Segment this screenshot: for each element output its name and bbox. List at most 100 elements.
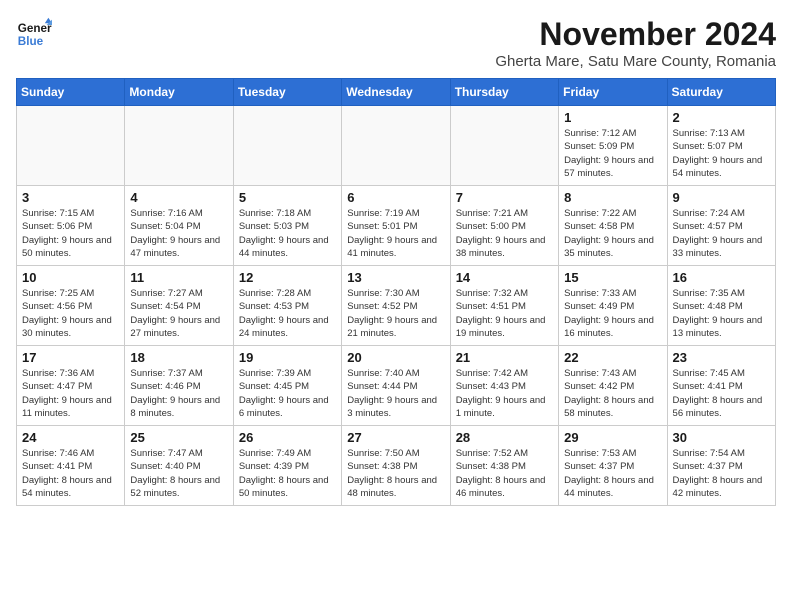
day-info: Sunrise: 7:46 AM Sunset: 4:41 PM Dayligh… (22, 447, 119, 500)
header: General Blue November 2024 Gherta Mare, … (16, 16, 776, 70)
day-info: Sunrise: 7:42 AM Sunset: 4:43 PM Dayligh… (456, 367, 553, 420)
logo: General Blue (16, 16, 52, 52)
calendar-cell (17, 106, 125, 186)
logo-icon: General Blue (16, 16, 52, 52)
calendar-cell: 28Sunrise: 7:52 AM Sunset: 4:38 PM Dayli… (450, 426, 558, 506)
calendar-cell: 12 Sunrise: 7:28 AM Sunset: 4:53 PM Dayli… (233, 266, 341, 346)
day-info: Sunrise: 7:36 AM Sunset: 4:47 PM Dayligh… (22, 367, 119, 420)
calendar-cell: 30 Sunrise: 7:54 AM Sunset: 4:37 PM Dayli… (667, 426, 775, 506)
day-number: 23 (673, 350, 770, 365)
day-number: 19 (239, 350, 336, 365)
calendar-table: SundayMondayTuesdayWednesdayThursdayFrid… (16, 78, 776, 506)
day-info: Sunrise: 7:37 AM Sunset: 4:46 PM Dayligh… (130, 367, 227, 420)
calendar-cell: 22Sunrise: 7:43 AM Sunset: 4:42 PM Dayli… (559, 346, 667, 426)
day-info: Sunrise: 7:39 AM Sunset: 4:45 PM Dayligh… (239, 367, 336, 420)
day-info: Sunrise: 7:40 AM Sunset: 4:44 PM Dayligh… (347, 367, 444, 420)
day-number: 11 (130, 270, 227, 285)
day-number: 1 (564, 110, 661, 125)
day-number: 24 (22, 430, 119, 445)
day-header-tuesday: Tuesday (233, 79, 341, 106)
calendar-cell: 7Sunrise: 7:21 AM Sunset: 5:00 PM Daylig… (450, 186, 558, 266)
month-title: November 2024 (495, 16, 776, 53)
day-number: 13 (347, 270, 444, 285)
day-info: Sunrise: 7:19 AM Sunset: 5:01 PM Dayligh… (347, 207, 444, 260)
day-number: 25 (130, 430, 227, 445)
calendar-cell (233, 106, 341, 186)
day-number: 16 (673, 270, 770, 285)
day-number: 18 (130, 350, 227, 365)
day-info: Sunrise: 7:27 AM Sunset: 4:54 PM Dayligh… (130, 287, 227, 340)
calendar-cell: 17 Sunrise: 7:36 AM Sunset: 4:47 PM Dayli… (17, 346, 125, 426)
day-number: 8 (564, 190, 661, 205)
day-number: 29 (564, 430, 661, 445)
day-number: 5 (239, 190, 336, 205)
day-info: Sunrise: 7:45 AM Sunset: 4:41 PM Dayligh… (673, 367, 770, 420)
day-number: 4 (130, 190, 227, 205)
day-info: Sunrise: 7:43 AM Sunset: 4:42 PM Dayligh… (564, 367, 661, 420)
day-info: Sunrise: 7:13 AM Sunset: 5:07 PM Dayligh… (673, 127, 770, 180)
day-number: 12 (239, 270, 336, 285)
calendar-cell: 29 Sunrise: 7:53 AM Sunset: 4:37 PM Dayli… (559, 426, 667, 506)
day-info: Sunrise: 7:28 AM Sunset: 4:53 PM Dayligh… (239, 287, 336, 340)
calendar-cell: 2 Sunrise: 7:13 AM Sunset: 5:07 PM Daylig… (667, 106, 775, 186)
calendar-cell: 8 Sunrise: 7:22 AM Sunset: 4:58 PM Daylig… (559, 186, 667, 266)
calendar-cell: 26Sunrise: 7:49 AM Sunset: 4:39 PM Dayli… (233, 426, 341, 506)
day-number: 15 (564, 270, 661, 285)
day-header-monday: Monday (125, 79, 233, 106)
day-info: Sunrise: 7:16 AM Sunset: 5:04 PM Dayligh… (130, 207, 227, 260)
day-number: 3 (22, 190, 119, 205)
calendar-cell: 3 Sunrise: 7:15 AM Sunset: 5:06 PM Daylig… (17, 186, 125, 266)
day-info: Sunrise: 7:54 AM Sunset: 4:37 PM Dayligh… (673, 447, 770, 500)
calendar-cell (125, 106, 233, 186)
calendar-cell: 11 Sunrise: 7:27 AM Sunset: 4:54 PM Dayli… (125, 266, 233, 346)
day-number: 10 (22, 270, 119, 285)
day-header-thursday: Thursday (450, 79, 558, 106)
calendar-cell (342, 106, 450, 186)
day-info: Sunrise: 7:35 AM Sunset: 4:48 PM Dayligh… (673, 287, 770, 340)
calendar-cell: 20 Sunrise: 7:40 AM Sunset: 4:44 PM Dayli… (342, 346, 450, 426)
calendar-cell: 14Sunrise: 7:32 AM Sunset: 4:51 PM Dayli… (450, 266, 558, 346)
day-number: 30 (673, 430, 770, 445)
day-number: 17 (22, 350, 119, 365)
day-number: 28 (456, 430, 553, 445)
calendar-cell: 10 Sunrise: 7:25 AM Sunset: 4:56 PM Dayli… (17, 266, 125, 346)
calendar-cell: 27Sunrise: 7:50 AM Sunset: 4:38 PM Dayli… (342, 426, 450, 506)
day-info: Sunrise: 7:22 AM Sunset: 4:58 PM Dayligh… (564, 207, 661, 260)
week-row-5: 24 Sunrise: 7:46 AM Sunset: 4:41 PM Dayli… (17, 426, 776, 506)
day-info: Sunrise: 7:15 AM Sunset: 5:06 PM Dayligh… (22, 207, 119, 260)
calendar-cell: 19 Sunrise: 7:39 AM Sunset: 4:45 PM Dayli… (233, 346, 341, 426)
week-row-2: 3 Sunrise: 7:15 AM Sunset: 5:06 PM Daylig… (17, 186, 776, 266)
calendar-header-row: SundayMondayTuesdayWednesdayThursdayFrid… (17, 79, 776, 106)
calendar-cell: 21 Sunrise: 7:42 AM Sunset: 4:43 PM Dayli… (450, 346, 558, 426)
day-header-wednesday: Wednesday (342, 79, 450, 106)
day-info: Sunrise: 7:53 AM Sunset: 4:37 PM Dayligh… (564, 447, 661, 500)
calendar-cell: 5Sunrise: 7:18 AM Sunset: 5:03 PM Daylig… (233, 186, 341, 266)
day-header-saturday: Saturday (667, 79, 775, 106)
week-row-3: 10 Sunrise: 7:25 AM Sunset: 4:56 PM Dayli… (17, 266, 776, 346)
day-number: 2 (673, 110, 770, 125)
day-info: Sunrise: 7:33 AM Sunset: 4:49 PM Dayligh… (564, 287, 661, 340)
svg-text:Blue: Blue (18, 35, 44, 48)
calendar-cell: 16 Sunrise: 7:35 AM Sunset: 4:48 PM Dayli… (667, 266, 775, 346)
day-number: 7 (456, 190, 553, 205)
week-row-1: 1Sunrise: 7:12 AM Sunset: 5:09 PM Daylig… (17, 106, 776, 186)
day-info: Sunrise: 7:24 AM Sunset: 4:57 PM Dayligh… (673, 207, 770, 260)
calendar-cell: 15 Sunrise: 7:33 AM Sunset: 4:49 PM Dayli… (559, 266, 667, 346)
calendar-cell: 18 Sunrise: 7:37 AM Sunset: 4:46 PM Dayli… (125, 346, 233, 426)
day-number: 9 (673, 190, 770, 205)
day-number: 20 (347, 350, 444, 365)
calendar-cell: 23 Sunrise: 7:45 AM Sunset: 4:41 PM Dayli… (667, 346, 775, 426)
day-number: 14 (456, 270, 553, 285)
svg-text:General: General (18, 22, 52, 35)
day-number: 21 (456, 350, 553, 365)
day-info: Sunrise: 7:25 AM Sunset: 4:56 PM Dayligh… (22, 287, 119, 340)
location-title: Gherta Mare, Satu Mare County, Romania (495, 53, 776, 70)
calendar-cell: 9 Sunrise: 7:24 AM Sunset: 4:57 PM Daylig… (667, 186, 775, 266)
calendar-cell: 1Sunrise: 7:12 AM Sunset: 5:09 PM Daylig… (559, 106, 667, 186)
calendar-cell: 4 Sunrise: 7:16 AM Sunset: 5:04 PM Daylig… (125, 186, 233, 266)
calendar-cell: 6Sunrise: 7:19 AM Sunset: 5:01 PM Daylig… (342, 186, 450, 266)
calendar-cell: 25Sunrise: 7:47 AM Sunset: 4:40 PM Dayli… (125, 426, 233, 506)
calendar-cell: 24 Sunrise: 7:46 AM Sunset: 4:41 PM Dayli… (17, 426, 125, 506)
day-number: 26 (239, 430, 336, 445)
calendar-cell (450, 106, 558, 186)
